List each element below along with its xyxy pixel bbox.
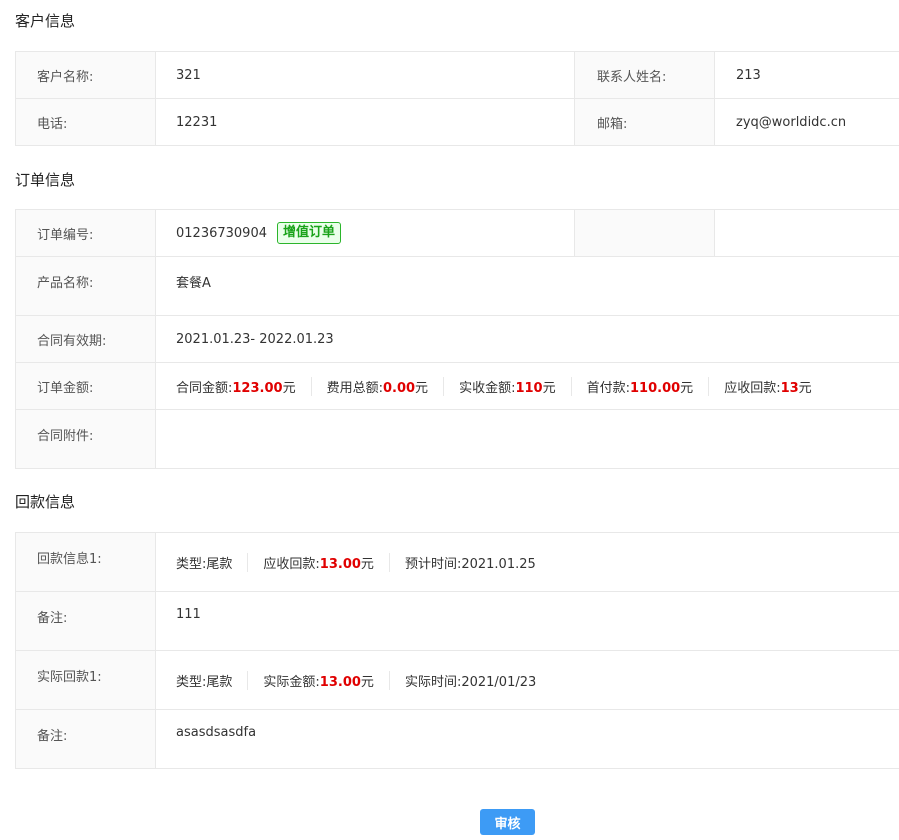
payment-type-item: 类型:尾款 [176, 552, 249, 572]
order-section-title: 订单信息 [15, 171, 76, 189]
order-number-value: 01236730904 [176, 225, 267, 241]
payment-info-items: 类型:尾款 应收回款:13.00元 预计时间:2021.01.25 [156, 533, 551, 591]
customer-section-title: 客户信息 [15, 12, 76, 30]
table-row: 电话: 12231 邮箱: zyq@worldidc.cn [15, 99, 899, 146]
actual-note-value: asasdsasdfa [176, 725, 257, 740]
order-amount-items: 合同金额:123.00元 费用总额:0.00元 实收金额:110元 首付款:11… [156, 363, 827, 409]
table-row: 订单金额: 合同金额:123.00元 费用总额:0.00元 实收金额:110元 … [15, 363, 899, 410]
table-row: 订单编号: 01236730904 增值订单 [15, 210, 899, 257]
customer-name-label: 客户名称: [15, 52, 156, 98]
receivable-item: 应收回款:13元 [724, 380, 812, 396]
empty-label [574, 210, 715, 256]
payment-due-item: 应收回款:13.00元 [263, 552, 390, 572]
order-number-label: 订单编号: [15, 210, 156, 256]
table-row: 产品名称: 套餐A [15, 257, 899, 316]
table-row: 回款信息1: 类型:尾款 应收回款:13.00元 预计时间:2021.01.25 [15, 533, 899, 592]
contract-validity-label: 合同有效期: [15, 316, 156, 362]
value-added-order-tag: 增值订单 [276, 222, 341, 244]
table-row: 实际回款1: 类型:尾款 实际金额:13.00元 实际时间:2021/01/23 [15, 651, 899, 710]
actual-payment-label: 实际回款1: [15, 651, 156, 709]
fee-total-item: 费用总额:0.00元 [327, 376, 445, 396]
actual-type-item: 类型:尾款 [176, 670, 249, 690]
payment-info-label: 回款信息1: [15, 533, 156, 591]
order-table: 订单编号: 01236730904 增值订单 产品名称: 套餐A 合同有效期: … [15, 209, 899, 469]
table-row: 合同有效期: 2021.01.23- 2022.01.23 [15, 316, 899, 363]
product-name-value: 套餐A [176, 276, 211, 291]
actual-note-label: 备注: [15, 710, 156, 768]
product-name-label: 产品名称: [15, 257, 156, 315]
contact-name-value: 213 [736, 67, 761, 83]
table-row: 备注: 111 [15, 592, 899, 651]
actual-amount-item: 实际金额:13.00元 [263, 670, 390, 690]
actual-time-item: 实际时间:2021/01/23 [404, 674, 537, 690]
down-payment-item: 首付款:110.00元 [587, 376, 710, 396]
order-number-cell: 01236730904 增值订单 [156, 210, 574, 256]
customer-table: 客户名称: 321 联系人姓名: 213 电话: 12231 邮箱: zyq@w… [15, 51, 899, 146]
payment-note-label: 备注: [15, 592, 156, 650]
empty-value [715, 210, 899, 256]
review-button[interactable]: 审核 [480, 809, 535, 835]
table-row: 合同附件: [15, 410, 899, 469]
payment-table: 回款信息1: 类型:尾款 应收回款:13.00元 预计时间:2021.01.25… [15, 532, 899, 769]
phone-value: 12231 [176, 114, 218, 130]
payment-section-title: 回款信息 [15, 493, 76, 511]
table-row: 备注: asasdsasdfa [15, 710, 899, 769]
phone-label: 电话: [15, 99, 156, 145]
customer-name-value: 321 [176, 67, 201, 83]
contract-validity-value: 2021.01.23- 2022.01.23 [176, 331, 334, 347]
table-row: 客户名称: 321 联系人姓名: 213 [15, 52, 899, 99]
order-amount-label: 订单金额: [15, 363, 156, 409]
received-amount-item: 实收金额:110元 [459, 376, 572, 396]
contact-name-label: 联系人姓名: [574, 52, 715, 98]
contract-attachment-value [156, 410, 176, 468]
email-value: zyq@worldidc.cn [736, 114, 847, 130]
payment-expected-time-item: 预计时间:2021.01.25 [404, 556, 536, 572]
actual-payment-items: 类型:尾款 实际金额:13.00元 实际时间:2021/01/23 [156, 651, 551, 709]
payment-note-value: 111 [176, 607, 201, 622]
email-label: 邮箱: [574, 99, 715, 145]
contract-attachment-label: 合同附件: [15, 410, 156, 468]
contract-amount-item: 合同金额:123.00元 [176, 376, 312, 396]
